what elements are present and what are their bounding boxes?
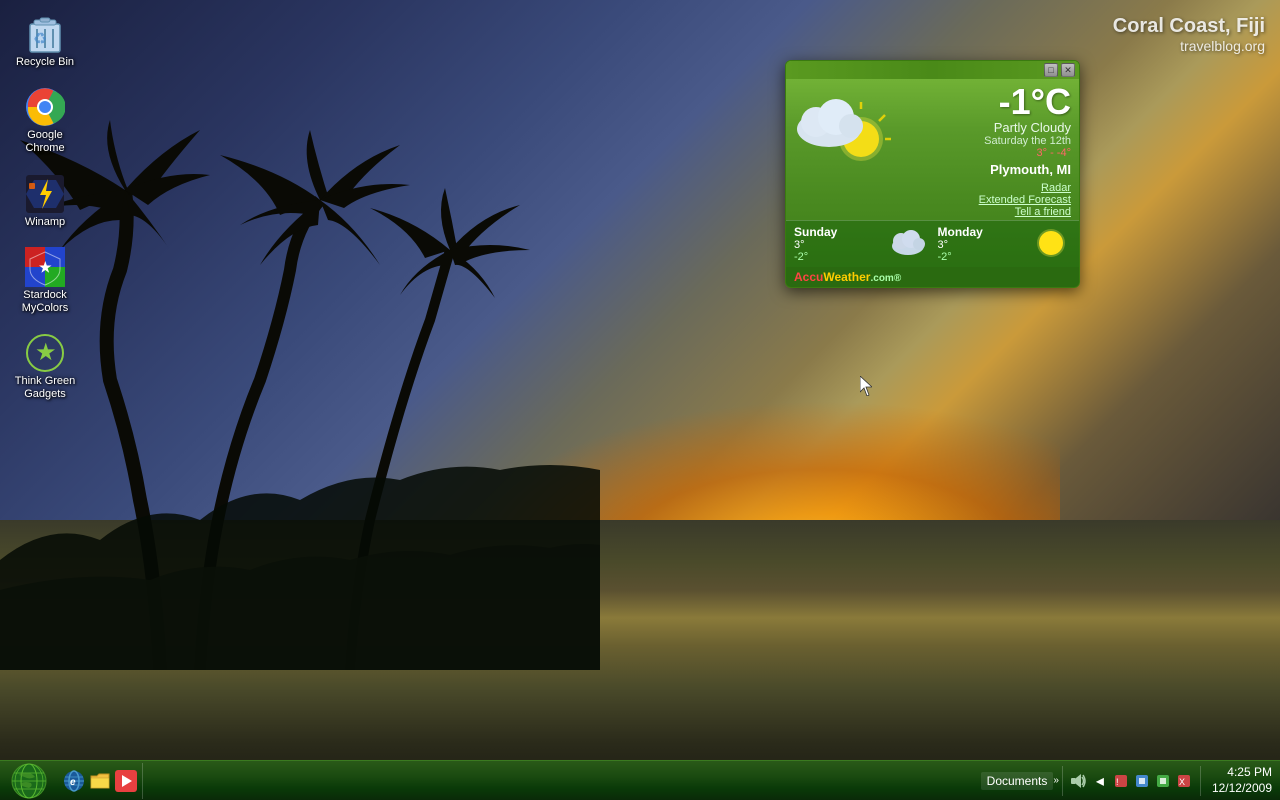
accuweather-logo: AccuWeather.com® [794,270,901,284]
svg-text:★: ★ [35,339,57,366]
forecast-monday-name: Monday [938,225,1032,239]
winamp-label: Winamp [25,216,65,229]
svg-text:★: ★ [39,259,52,275]
forecast-sunday-low: -2° [794,251,888,263]
svg-text:X: X [1179,777,1185,787]
systray-arrow-icon[interactable]: ◂ [1091,772,1109,790]
think-green-gadgets-icon[interactable]: ★ Think GreenGadgets [10,329,80,405]
weather-widget: □ ✕ [785,60,1080,288]
systray-icon2[interactable] [1133,772,1151,790]
stardock-mycolors-icon[interactable]: ★ StardockMyColors [10,243,80,319]
widget-titlebar: □ ✕ [786,61,1079,79]
recycle-bin-icon[interactable]: ♻ Recycle Bin [10,10,80,73]
taskbar-folder-icon[interactable] [88,769,112,793]
taskbar-ie-icon[interactable]: e [62,769,86,793]
svg-text:e: e [70,777,76,788]
desktop-icons: ♻ Recycle Bin [10,10,80,406]
winamp-image [25,174,65,214]
weather-condition: Partly Cloudy [896,120,1071,135]
extended-forecast-link[interactable]: Extended Forecast [794,194,1071,206]
taskbar-time: 4:25 PM [1212,765,1272,781]
chrome-image [25,87,65,127]
taskbar-separator-2 [1200,766,1201,796]
forecast-monday-icon [1031,225,1071,260]
palm-silhouette [0,120,600,670]
watermark-subtitle: travelblog.org [1113,38,1265,54]
taskbar-start-button[interactable] [0,761,58,800]
taskbar-separator [1062,766,1063,796]
forecast-sunday-name: Sunday [794,225,888,239]
think-green-label: Think GreenGadgets [15,375,76,401]
systray-icon4[interactable]: X [1175,772,1193,790]
forecast-row: Sunday 3° -2° Monday 3° -2° [786,220,1079,267]
chrome-label: GoogleChrome [25,129,64,155]
forecast-monday-high: 3° [938,239,1032,251]
taskbar-documents-button[interactable]: Documents [981,772,1054,790]
think-green-image: ★ [25,333,65,373]
weather-range: 3° - -4° [896,147,1071,159]
taskbar-systray: ◂ ! [1066,772,1197,790]
forecast-sunday-high: 3° [794,239,888,251]
taskbar-expand-arrows[interactable]: » [1053,775,1059,786]
widget-close-button[interactable]: ✕ [1061,63,1075,77]
radar-link[interactable]: Radar [794,182,1071,194]
winamp-icon[interactable]: Winamp [10,170,80,233]
weather-icon-area [791,84,891,164]
tell-friend-link[interactable]: Tell a friend [794,206,1071,218]
forecast-sunday-icon [888,225,928,260]
accuweather-bar: AccuWeather.com® [786,267,1079,287]
svg-text:!: ! [1116,777,1119,787]
stardock-label: StardockMyColors [22,289,68,315]
desktop: Coral Coast, Fiji travelblog.org ♻ Recyc… [0,0,1280,800]
google-chrome-icon[interactable]: GoogleChrome [10,83,80,159]
systray-icon3[interactable] [1154,772,1172,790]
globe-icon [11,763,47,799]
weather-date: Saturday the 12th [896,135,1071,147]
weather-location: Plymouth, MI [896,162,1071,177]
taskbar-media-icon[interactable] [114,769,138,793]
widget-links: Radar Extended Forecast Tell a friend [786,182,1079,220]
systray-speaker-icon[interactable] [1070,772,1088,790]
recycle-bin-label: Recycle Bin [16,56,74,69]
watermark: Coral Coast, Fiji travelblog.org [1113,15,1265,54]
weather-temperature: -1°C [896,84,1071,120]
forecast-sunday: Sunday 3° -2° [794,225,888,263]
taskbar: e Documents » [0,760,1280,800]
taskbar-quick-launch: e [58,763,143,799]
widget-restore-button[interactable]: □ [1044,63,1058,77]
taskbar-clock[interactable]: 4:25 PM 12/12/2009 [1204,765,1280,796]
widget-main-content: -1°C Partly Cloudy Saturday the 12th 3° … [786,79,1079,182]
taskbar-date: 12/12/2009 [1212,781,1272,797]
systray-icon1[interactable]: ! [1112,772,1130,790]
recycle-bin-image: ♻ [25,14,65,54]
forecast-monday: Monday 3° -2° [938,225,1032,263]
forecast-monday-low: -2° [938,251,1032,263]
watermark-title: Coral Coast, Fiji [1113,15,1265,38]
widget-info: -1°C Partly Cloudy Saturday the 12th 3° … [891,84,1071,177]
stardock-image: ★ [25,247,65,287]
svg-text:♻: ♻ [33,31,47,48]
